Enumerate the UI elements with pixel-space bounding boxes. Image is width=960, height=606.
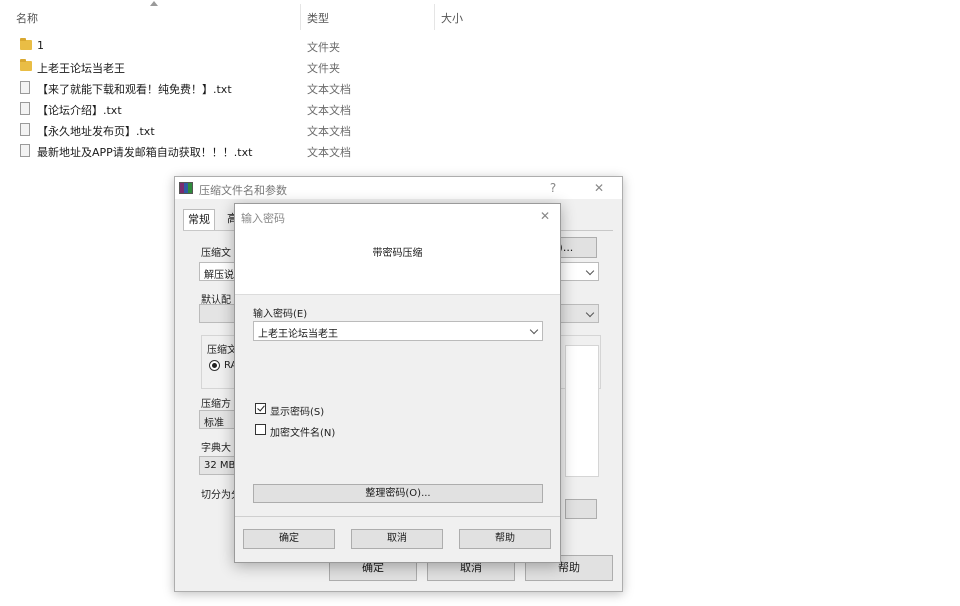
help-icon[interactable]: ? [541,179,565,197]
text-file-icon [20,81,30,94]
tab-general[interactable]: 常规 [183,209,215,230]
dialog-titlebar[interactable]: 输入密码 ✕ [235,204,560,228]
password-dialog: 输入密码 ✕ 带密码压缩 输入密码(E) 上老王论坛当老王 显示密码(S) 加密… [234,203,561,563]
show-password-label: 显示密码(S) [270,407,325,418]
ok-button[interactable]: 确定 [243,529,335,549]
text-file-icon [20,102,30,115]
winrar-icon [179,182,193,194]
encrypt-names-label: 加密文件名(N) [270,428,336,439]
file-row[interactable]: 【永久地址发布页】.txt 文本文档 [0,120,960,141]
options-panel [565,345,599,477]
file-row[interactable]: 1 文件夹 [0,36,960,57]
file-type: 文件夹 [307,41,340,54]
folder-icon [20,59,32,71]
column-name[interactable]: 名称 [16,10,38,26]
method-label: 压缩方 [201,399,231,410]
column-divider[interactable] [434,4,435,30]
encrypt-names-checkbox[interactable] [255,424,266,435]
file-name: 最新地址及APP请发邮箱自动获取！！！.txt [37,146,253,159]
archive-format-label: 压缩文 [207,345,237,356]
archive-name-label: 压缩文 [201,248,231,259]
file-row[interactable]: 上老王论坛当老王 文件夹 [0,57,960,78]
folder-icon [20,38,32,50]
button-divider [235,516,560,517]
organize-passwords-button[interactable]: 整理密码(O)... [253,484,543,503]
file-type: 文本文档 [307,104,351,117]
sort-ascending-icon [150,1,158,6]
text-file-icon [20,123,30,136]
file-type: 文本文档 [307,146,351,159]
file-name: 1 [37,39,44,52]
file-row[interactable]: 【论坛介绍】.txt 文本文档 [0,99,960,120]
file-name: 【论坛介绍】.txt [37,104,122,117]
file-type: 文本文档 [307,83,351,96]
dialog-title: 压缩文件名和参数 [199,184,287,197]
file-type: 文本文档 [307,125,351,138]
column-header-bar: 名称 类型 大小 [0,0,960,34]
password-input[interactable]: 上老王论坛当老王 [253,321,543,341]
dialog-title: 输入密码 [241,212,285,225]
file-row[interactable]: 最新地址及APP请发邮箱自动获取！！！.txt 文本文档 [0,141,960,162]
file-name: 【来了就能下载和观看！纯免费！】.txt [37,83,232,96]
close-icon[interactable]: ✕ [587,179,611,197]
column-divider[interactable] [300,4,301,30]
file-row[interactable]: 【来了就能下载和观看！纯免费！】.txt 文本文档 [0,78,960,99]
save-profile-button[interactable] [565,499,597,519]
dialog-banner: 带密码压缩 [235,228,560,295]
file-name: 【永久地址发布页】.txt [37,125,155,138]
chevron-down-icon[interactable] [585,308,595,318]
chevron-down-icon[interactable] [585,266,595,276]
password-label: 输入密码(E) [253,309,308,320]
close-icon[interactable]: ✕ [533,207,557,225]
method-value: 标准 [204,418,224,429]
password-value: 上老王论坛当老王 [258,329,338,340]
radio-rar[interactable] [209,360,220,371]
dialog-titlebar[interactable]: 压缩文件名和参数 ? ✕ [175,177,622,199]
help-button[interactable]: 帮助 [459,529,551,549]
archive-name-value: 解压说 [204,270,234,281]
text-file-icon [20,144,30,157]
dict-size-value: 32 MB [204,460,236,471]
dict-size-label: 字典大 [201,443,231,454]
file-name: 上老王论坛当老王 [37,62,125,75]
show-password-checkbox[interactable] [255,403,266,414]
column-type[interactable]: 类型 [307,10,329,26]
column-size[interactable]: 大小 [441,10,463,26]
file-type: 文件夹 [307,62,340,75]
banner-title: 带密码压缩 [372,248,423,259]
cancel-button[interactable]: 取消 [351,529,443,549]
chevron-down-icon[interactable] [529,325,539,335]
